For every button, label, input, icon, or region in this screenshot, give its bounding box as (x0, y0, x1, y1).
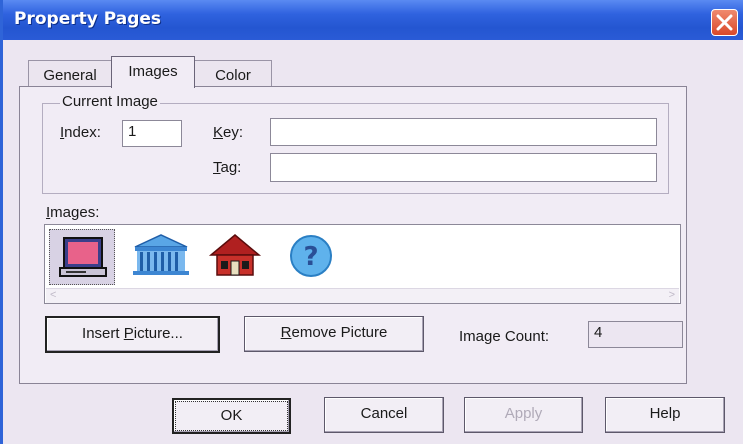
help-question-icon: ? (290, 235, 332, 277)
close-button[interactable] (711, 9, 738, 36)
window-title: Property Pages (14, 9, 162, 29)
key-field[interactable] (270, 118, 657, 146)
apply-button[interactable]: Apply (464, 397, 583, 433)
insert-picture-button[interactable]: Insert Picture... (45, 316, 220, 353)
computer-icon (59, 237, 107, 277)
index-field[interactable]: 1 (122, 120, 182, 147)
tab-images-label: Images (128, 63, 178, 80)
key-label: Key: (213, 124, 244, 141)
image-item-bank[interactable] (127, 229, 193, 285)
scroll-right-arrow-icon[interactable]: > (669, 289, 675, 301)
image-count-label: Image Count: (459, 328, 550, 345)
scroll-left-arrow-icon[interactable]: < (50, 289, 56, 301)
tag-label: Tag: (213, 159, 242, 176)
image-list-scrollbar[interactable]: < > (46, 288, 679, 303)
tab-color[interactable]: Color (194, 60, 272, 86)
cancel-button[interactable]: Cancel (324, 397, 444, 433)
close-icon (716, 14, 733, 31)
bank-building-icon (133, 234, 189, 275)
tab-general[interactable]: General (28, 60, 112, 86)
tab-color-label: Color (215, 67, 251, 84)
tab-images[interactable]: Images (111, 56, 195, 88)
tag-field[interactable] (270, 153, 657, 182)
image-item-help[interactable]: ? (279, 229, 345, 285)
index-label: Index: (60, 124, 101, 141)
svg-text:?: ? (303, 242, 318, 272)
title-bar[interactable]: Property Pages (3, 0, 743, 40)
current-image-legend: Current Image (60, 93, 160, 110)
house-icon (208, 234, 262, 276)
index-value: 1 (128, 123, 137, 140)
remove-picture-button[interactable]: Remove Picture (244, 316, 424, 352)
ok-button[interactable]: OK (172, 398, 291, 434)
images-label: Images: (46, 204, 100, 221)
image-item-computer[interactable] (49, 229, 115, 285)
image-item-house[interactable] (203, 229, 269, 285)
image-count-field: 4 (588, 321, 683, 348)
image-count-value: 4 (594, 324, 603, 341)
tab-general-label: General (43, 67, 97, 84)
help-button[interactable]: Help (605, 397, 725, 433)
